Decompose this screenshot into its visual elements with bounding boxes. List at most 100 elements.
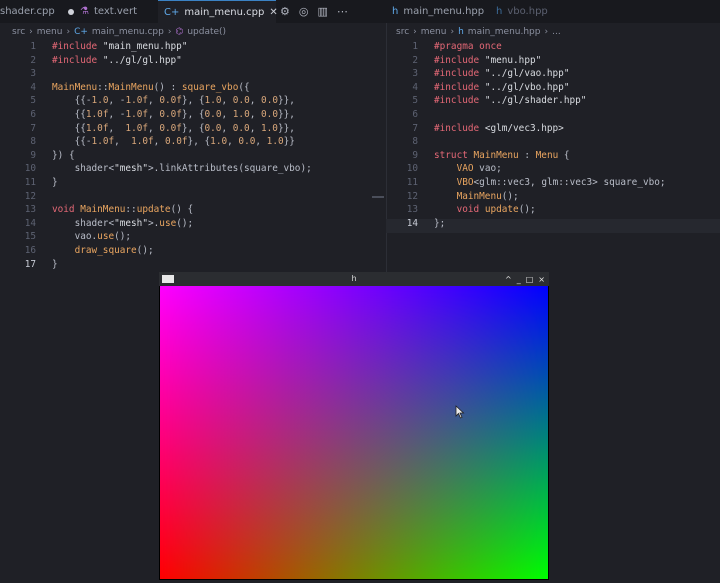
mouse-cursor-icon xyxy=(455,405,465,419)
unsaved-dot-icon xyxy=(67,8,74,15)
code-line[interactable]: void MainMenu::update() { xyxy=(52,203,193,217)
line-number: 8 xyxy=(412,136,418,148)
line-number: 10 xyxy=(24,163,36,175)
line-number: 8 xyxy=(30,136,36,148)
line-number: 7 xyxy=(30,122,36,134)
line-number: 14 xyxy=(24,217,36,229)
code-line[interactable]: }) { xyxy=(52,149,75,163)
code-line[interactable]: } xyxy=(52,258,58,272)
breadcrumb-left: src › menu › C+ main_menu.cpp › ⌬ update() xyxy=(12,26,227,37)
code-line[interactable]: }; xyxy=(434,217,445,231)
cpp-file-icon: C+ xyxy=(74,26,88,37)
breadcrumb-item[interactable]: update() xyxy=(187,27,226,37)
code-line[interactable]: {{1.0f, 1.0f, 0.0f}, {0.0, 0.0, 1.0}}, xyxy=(52,122,295,136)
line-number: 1 xyxy=(30,41,36,52)
tab-label: shader.cpp xyxy=(0,6,55,17)
header-file-icon: h xyxy=(496,6,503,17)
top-gradient-layer xyxy=(160,286,548,579)
code-line[interactable]: #include "../gl/vbo.hpp" xyxy=(434,81,569,95)
code-line[interactable]: {{-1.0f, 1.0f, 0.0f}, {1.0, 0.0, 1.0}} xyxy=(52,135,295,149)
code-line[interactable]: struct MainMenu : Menu { xyxy=(434,149,570,163)
breadcrumb-item[interactable]: src xyxy=(12,27,25,37)
code-line[interactable]: MainMenu(); xyxy=(434,190,519,204)
tab-vbo-hpp[interactable]: h vbo.hpp xyxy=(490,0,554,23)
maximize-icon[interactable]: □ xyxy=(526,275,534,284)
method-icon: ⌬ xyxy=(175,26,184,37)
line-number: 5 xyxy=(412,95,418,107)
breadcrumb-item[interactable]: ... xyxy=(552,27,561,37)
line-number: 4 xyxy=(30,81,36,93)
line-number: 6 xyxy=(30,109,36,120)
code-line[interactable]: VBO<glm::vec3, glm::vec3> square_vbo; xyxy=(434,176,666,190)
code-line[interactable]: #include "../gl/shader.hpp" xyxy=(434,94,586,108)
breadcrumb-item[interactable]: src xyxy=(396,27,409,37)
gradient-square-render xyxy=(160,286,548,579)
line-number: 5 xyxy=(30,95,36,107)
code-line[interactable]: {{1.0f, -1.0f, 0.0f}, {0.0, 1.0, 0.0}}, xyxy=(52,108,295,122)
line-number: 2 xyxy=(412,54,418,66)
tab-main-menu-hpp[interactable]: h main_menu.hpp xyxy=(386,0,490,23)
app-window-titlebar[interactable]: h ^ _ □ × xyxy=(159,272,549,286)
code-line[interactable]: void update(); xyxy=(434,203,536,217)
code-line[interactable]: #include "../gl/vao.hpp" xyxy=(434,67,569,81)
line-number: 11 xyxy=(24,177,36,188)
code-line[interactable]: #include "menu.hpp" xyxy=(434,54,541,68)
shader-file-icon: ⚗ xyxy=(80,6,89,17)
breadcrumb-right: src › menu › h main_menu.hpp › ... xyxy=(396,26,561,37)
line-number: 6 xyxy=(412,109,418,120)
line-number: 4 xyxy=(412,81,418,93)
run-debug-icon[interactable]: ⚙ xyxy=(280,5,290,18)
line-number: 15 xyxy=(24,231,36,243)
tab-text-vert[interactable]: ⚗ text.vert xyxy=(74,0,143,23)
settings-icon[interactable]: ◎ xyxy=(299,5,309,18)
line-number: 11 xyxy=(406,177,418,188)
line-number: 7 xyxy=(412,122,418,134)
scrollbar-thumb[interactable] xyxy=(372,196,384,198)
close-icon[interactable]: ✕ xyxy=(269,7,277,18)
breadcrumb-item[interactable]: menu xyxy=(421,27,447,37)
line-number: 3 xyxy=(412,68,418,80)
code-line[interactable]: #include <glm/vec3.hpp> xyxy=(434,122,564,136)
line-number: 3 xyxy=(30,68,36,80)
code-line[interactable]: {{-1.0, -1.0f, 0.0f}, {1.0, 0.0, 0.0}}, xyxy=(52,94,295,108)
header-file-icon: h xyxy=(458,26,464,37)
more-actions-icon[interactable]: ⋯ xyxy=(337,5,348,18)
line-number: 9 xyxy=(412,149,418,161)
code-line[interactable]: draw_square(); xyxy=(52,244,154,258)
app-window[interactable]: h ^ _ □ × xyxy=(159,272,549,580)
keep-above-icon[interactable]: ^ xyxy=(505,275,512,284)
line-number: 12 xyxy=(406,190,418,202)
breadcrumb-item[interactable]: menu xyxy=(37,27,63,37)
tab-main-menu-cpp[interactable]: C+ main_menu.cpp ✕ xyxy=(158,0,278,23)
header-file-icon: h xyxy=(392,6,399,17)
line-number: 12 xyxy=(24,190,36,202)
code-line[interactable]: #include "../gl/gl.hpp" xyxy=(52,54,182,68)
close-icon[interactable]: × xyxy=(538,275,545,284)
code-line[interactable]: #include "main_menu.hpp" xyxy=(52,40,187,54)
code-line[interactable]: shader<"mesh">.use(); xyxy=(52,217,194,231)
line-number: 16 xyxy=(24,245,36,256)
tab-label: text.vert xyxy=(93,6,137,17)
tab-shader-cpp[interactable]: shader.cpp xyxy=(0,0,80,23)
tab-label: main_menu.hpp xyxy=(403,6,485,17)
line-number: 9 xyxy=(30,149,36,161)
breadcrumb-item[interactable]: main_menu.hpp xyxy=(468,27,541,37)
code-line[interactable]: #pragma once xyxy=(434,40,502,54)
code-line[interactable]: vao.use(); xyxy=(52,230,132,244)
line-number: 13 xyxy=(406,204,418,216)
line-number: 17 xyxy=(24,258,36,270)
tab-label: main_menu.cpp xyxy=(184,6,265,18)
minimize-icon[interactable]: _ xyxy=(517,275,521,284)
code-line[interactable]: VAO vao; xyxy=(434,162,502,176)
app-window-title: h xyxy=(351,274,357,283)
line-number: 10 xyxy=(406,163,418,175)
line-number: 2 xyxy=(30,54,36,66)
code-line[interactable]: shader<"mesh">.linkAttributes(square_vbo… xyxy=(52,162,312,176)
breadcrumb-item[interactable]: main_menu.cpp xyxy=(92,27,164,37)
split-editor-icon[interactable]: ▥ xyxy=(317,5,327,18)
code-line[interactable]: MainMenu::MainMenu() : square_vbo({ xyxy=(52,81,250,95)
line-number: 13 xyxy=(24,204,36,216)
pane-divider[interactable] xyxy=(386,23,387,277)
code-line[interactable]: } xyxy=(52,176,58,190)
cpp-file-icon: C+ xyxy=(164,6,180,18)
